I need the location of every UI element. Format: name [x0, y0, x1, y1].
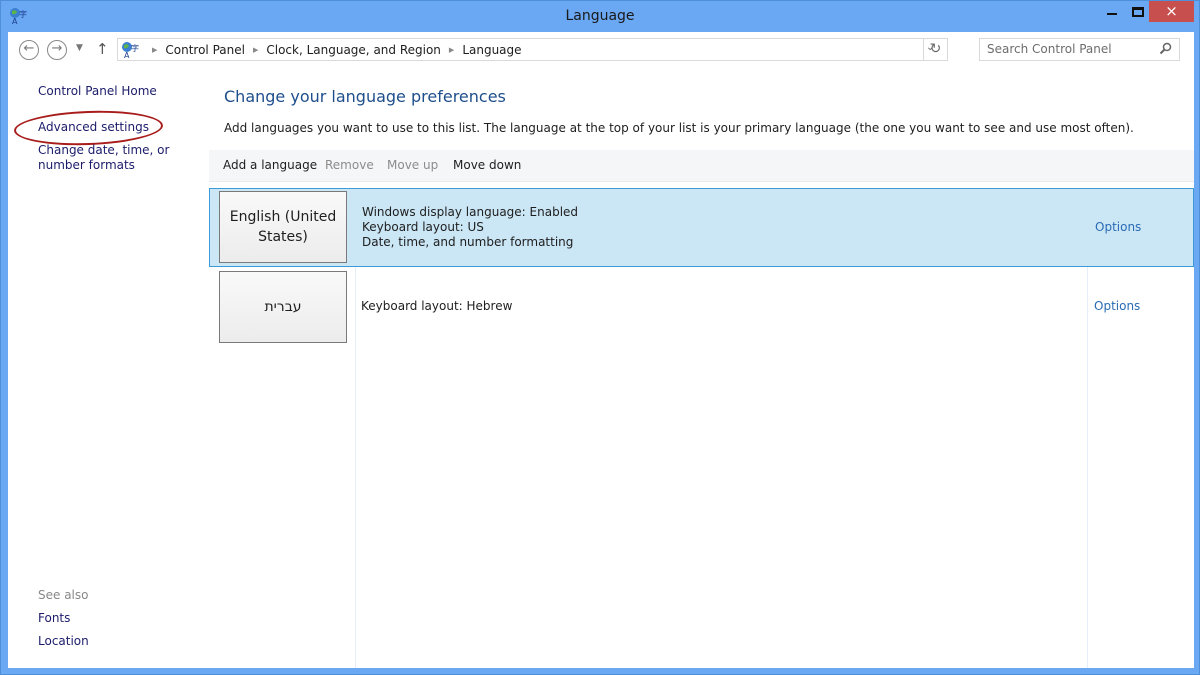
- language-details: Keyboard layout: Hebrew: [361, 299, 512, 314]
- breadcrumb-separator-icon[interactable]: ▶: [449, 46, 454, 54]
- breadcrumb-control-panel[interactable]: Control Panel: [165, 43, 245, 57]
- breadcrumb-separator-icon[interactable]: ▶: [253, 46, 258, 54]
- search-input[interactable]: [987, 42, 1147, 56]
- language-window: A 字 Language × ← → ▼ ↑ A 字 ▶ Control Pan…: [0, 0, 1200, 675]
- advanced-settings-link[interactable]: Advanced settings: [38, 120, 149, 135]
- language-row-english[interactable]: English (United States) Windows display …: [209, 188, 1194, 267]
- close-button[interactable]: ×: [1149, 1, 1194, 22]
- svg-text:字: 字: [131, 43, 139, 53]
- forward-button[interactable]: →: [47, 40, 67, 60]
- search-box[interactable]: [979, 38, 1180, 61]
- add-language-button[interactable]: Add a language: [223, 158, 317, 172]
- change-formats-link[interactable]: Change date, time, or number formats: [38, 143, 208, 173]
- navigation-bar: ← → ▼ ↑ A 字 ▶ Control Panel ▶ Clock, Lan…: [8, 32, 1194, 68]
- search-icon[interactable]: [1159, 42, 1172, 55]
- options-link[interactable]: Options: [1095, 220, 1141, 234]
- up-arrow-icon: ↑: [96, 40, 109, 58]
- control-panel-home-link[interactable]: Control Panel Home: [38, 84, 157, 99]
- back-arrow-icon: ←: [23, 41, 35, 56]
- move-down-button[interactable]: Move down: [453, 158, 521, 172]
- language-tile[interactable]: English (United States): [219, 191, 347, 263]
- keyboard-layout: Keyboard layout: US: [362, 220, 484, 234]
- minimize-icon: [1107, 13, 1117, 15]
- refresh-icon: ↻: [929, 41, 942, 57]
- move-up-button[interactable]: Move up: [387, 158, 438, 172]
- location-link[interactable]: Location: [38, 634, 89, 649]
- breadcrumb-clock-language-region[interactable]: Clock, Language, and Region: [266, 43, 441, 57]
- up-button[interactable]: ↑: [96, 40, 109, 58]
- maximize-icon: [1132, 7, 1144, 17]
- language-tile[interactable]: עברית: [219, 271, 347, 343]
- keyboard-layout: Keyboard layout: Hebrew: [361, 299, 513, 313]
- window-client: ← → ▼ ↑ A 字 ▶ Control Panel ▶ Clock, Lan…: [8, 32, 1194, 668]
- formatting-status: Date, time, and number formatting: [362, 235, 574, 249]
- breadcrumb-separator-icon[interactable]: ▶: [152, 46, 157, 54]
- window-title: Language: [565, 8, 635, 24]
- page-description: Add languages you want to use to this li…: [224, 121, 1134, 135]
- svg-text:A: A: [124, 51, 130, 59]
- refresh-button[interactable]: ↻: [923, 38, 947, 61]
- back-button[interactable]: ←: [19, 40, 39, 60]
- options-link[interactable]: Options: [1094, 299, 1140, 313]
- main-content: Change your language preferences Add lan…: [208, 68, 1194, 668]
- close-icon: ×: [1165, 2, 1178, 20]
- language-row-hebrew[interactable]: עברית Keyboard layout: Hebrew Options: [209, 268, 1194, 347]
- recent-locations-button[interactable]: ▼: [76, 43, 83, 53]
- title-bar[interactable]: A 字 Language ×: [1, 1, 1199, 31]
- breadcrumb: ▶ Control Panel ▶ Clock, Language, and R…: [144, 43, 522, 57]
- breadcrumb-language[interactable]: Language: [462, 43, 521, 57]
- language-details: Windows display language: Enabled Keyboa…: [362, 205, 578, 250]
- forward-arrow-icon: →: [51, 41, 63, 56]
- page-title: Change your language preferences: [224, 87, 506, 106]
- chevron-down-icon: ▼: [76, 43, 83, 53]
- minimize-button[interactable]: [1099, 1, 1127, 22]
- fonts-link[interactable]: Fonts: [38, 611, 70, 626]
- sidebar: Control Panel Home Advanced settings Cha…: [8, 68, 208, 668]
- address-bar[interactable]: A 字 ▶ Control Panel ▶ Clock, Language, a…: [117, 38, 948, 61]
- language-location-icon: A 字: [122, 42, 139, 59]
- remove-button[interactable]: Remove: [325, 158, 374, 172]
- display-language-status: Windows display language: Enabled: [362, 205, 579, 219]
- see-also-heading: See also: [38, 588, 89, 602]
- language-toolbar: Add a language Remove Move up Move down: [209, 150, 1194, 182]
- language-list: English (United States) Windows display …: [209, 188, 1194, 668]
